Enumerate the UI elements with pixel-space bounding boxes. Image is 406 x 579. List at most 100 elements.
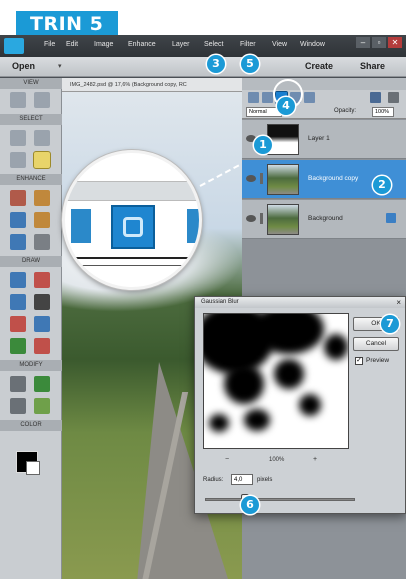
toolbox-section-view: VIEW (0, 78, 62, 89)
menu-file[interactable]: File (44, 41, 55, 48)
radius-label: Radius: (203, 477, 224, 483)
quick-selection-tool-icon[interactable] (33, 151, 51, 169)
move-tool-icon[interactable] (10, 130, 26, 146)
panel-menu-icon[interactable] (388, 92, 399, 103)
hand-tool-icon[interactable] (34, 92, 50, 108)
gradient-tool-icon[interactable] (34, 294, 50, 310)
brush-tool-icon[interactable] (10, 272, 26, 288)
recompose-tool-icon[interactable] (34, 376, 50, 392)
dialog-close-icon[interactable]: × (396, 297, 401, 308)
background-color-swatch[interactable] (26, 461, 40, 475)
type-tool-icon[interactable] (10, 338, 26, 354)
dialog-title: Gaussian Blur (195, 297, 405, 308)
step-badge-5: 5 (241, 55, 259, 73)
menu-window[interactable]: Window (300, 41, 325, 48)
new-group-icon[interactable] (262, 92, 273, 103)
maximize-button[interactable]: ▫ (372, 37, 386, 48)
app-logo-icon (4, 38, 24, 54)
zoom-out-button[interactable]: − (225, 456, 229, 463)
layer-thumbnail (267, 124, 299, 155)
visibility-eye-icon[interactable] (246, 175, 256, 182)
preview-blob (209, 414, 229, 432)
lasso-tool-icon[interactable] (10, 152, 26, 168)
clone-stamp-tool-icon[interactable] (34, 212, 50, 228)
visibility-eye-icon[interactable] (246, 215, 256, 222)
toolbox-section-color: COLOR (0, 420, 62, 431)
open-dropdown-icon[interactable]: ▾ (58, 62, 62, 70)
menu-filter[interactable]: Filter (240, 41, 256, 48)
content-aware-move-tool-icon[interactable] (10, 398, 26, 414)
clip-to-layer-icon[interactable] (304, 92, 315, 103)
zoom-tool-icon[interactable] (10, 92, 26, 108)
blur-tool-icon[interactable] (10, 234, 26, 250)
toolbox-section-draw: DRAW (0, 256, 62, 267)
cancel-button[interactable]: Cancel (353, 337, 399, 351)
link-icon[interactable] (260, 173, 263, 184)
preview-blob (224, 364, 264, 404)
open-button[interactable]: Open (12, 61, 35, 71)
sponge-tool-icon[interactable] (34, 234, 50, 250)
step-badge-2: 2 (373, 176, 391, 194)
paint-bucket-tool-icon[interactable] (10, 294, 26, 310)
straighten-tool-icon[interactable] (34, 398, 50, 414)
zoom-level: 100% (269, 457, 285, 463)
opacity-label: Opacity: (334, 108, 357, 114)
radius-unit: pixels (257, 477, 273, 483)
layer-name: Layer 1 (308, 135, 330, 142)
layer-row-background[interactable]: Background (242, 200, 406, 239)
menu-enhance[interactable]: Enhance (128, 41, 156, 48)
preview-blob (244, 409, 270, 431)
preview-blob (299, 394, 321, 416)
menu-layer[interactable]: Layer (172, 41, 190, 48)
menu-edit[interactable]: Edit (66, 41, 78, 48)
smart-brush-tool-icon[interactable] (10, 212, 26, 228)
preview-blob (324, 334, 348, 360)
create-button[interactable]: Create (305, 61, 333, 71)
preview-label: Preview (366, 357, 390, 364)
radius-input[interactable]: 4,0 (231, 474, 253, 485)
preview-checkbox[interactable]: ✓ (355, 357, 363, 365)
options-bar: Open ▾ Create Share (0, 57, 406, 77)
pencil-tool-icon[interactable] (34, 338, 50, 354)
step-badge-1: 1 (254, 136, 272, 154)
toolbox-section-enhance: ENHANCE (0, 174, 62, 185)
close-window-button[interactable]: ✕ (388, 37, 402, 48)
custom-shape-tool-icon[interactable] (34, 316, 50, 332)
link-icon[interactable] (260, 213, 263, 224)
layer-thumbnail (267, 164, 299, 195)
spot-healing-tool-icon[interactable] (34, 190, 50, 206)
window-controls: – ▫ ✕ (356, 37, 402, 48)
zoom-in-button[interactable]: + (313, 456, 317, 463)
crop-tool-icon[interactable] (10, 376, 26, 392)
step-badge-6: 6 (241, 496, 259, 514)
magnifier-callout (62, 150, 202, 290)
layer-name: Background (308, 215, 343, 222)
share-button[interactable]: Share (360, 61, 385, 71)
opacity-input[interactable]: 100% (372, 107, 394, 117)
marquee-tool-icon[interactable] (34, 130, 50, 146)
step-badge-3: 3 (207, 55, 225, 73)
delete-layer-icon[interactable] (370, 92, 381, 103)
toolbox-section-select: SELECT (0, 114, 62, 125)
menu-view[interactable]: View (272, 41, 287, 48)
magnified-toolbar (65, 181, 199, 201)
layer-name: Background copy (308, 175, 359, 182)
menu-select[interactable]: Select (204, 41, 223, 48)
blur-preview[interactable] (203, 313, 349, 449)
magnified-layer-style-icon (111, 205, 155, 249)
minimize-button[interactable]: – (356, 37, 370, 48)
blend-row: Normal Opacity: 100% (242, 105, 406, 119)
eraser-tool-icon[interactable] (34, 272, 50, 288)
document-tab[interactable]: IMG_2482.psd @ 17,6% (Background copy, R… (62, 78, 242, 92)
eyedropper-tool-icon[interactable] (10, 316, 26, 332)
layer-thumbnail (267, 204, 299, 235)
toolbox: VIEW SELECT ENHANCE DRAW MODIFY COLOR (0, 78, 62, 579)
step-badge-4: 4 (277, 97, 295, 115)
magnified-divider (65, 257, 199, 259)
magnified-icon-glyph (123, 217, 143, 237)
menu-image[interactable]: Image (94, 41, 113, 48)
new-layer-icon[interactable] (248, 92, 259, 103)
radius-slider-track[interactable] (205, 498, 355, 501)
red-eye-tool-icon[interactable] (10, 190, 26, 206)
gaussian-blur-dialog: Gaussian Blur × − 100% + Radius: 4,0 pix… (194, 296, 406, 514)
